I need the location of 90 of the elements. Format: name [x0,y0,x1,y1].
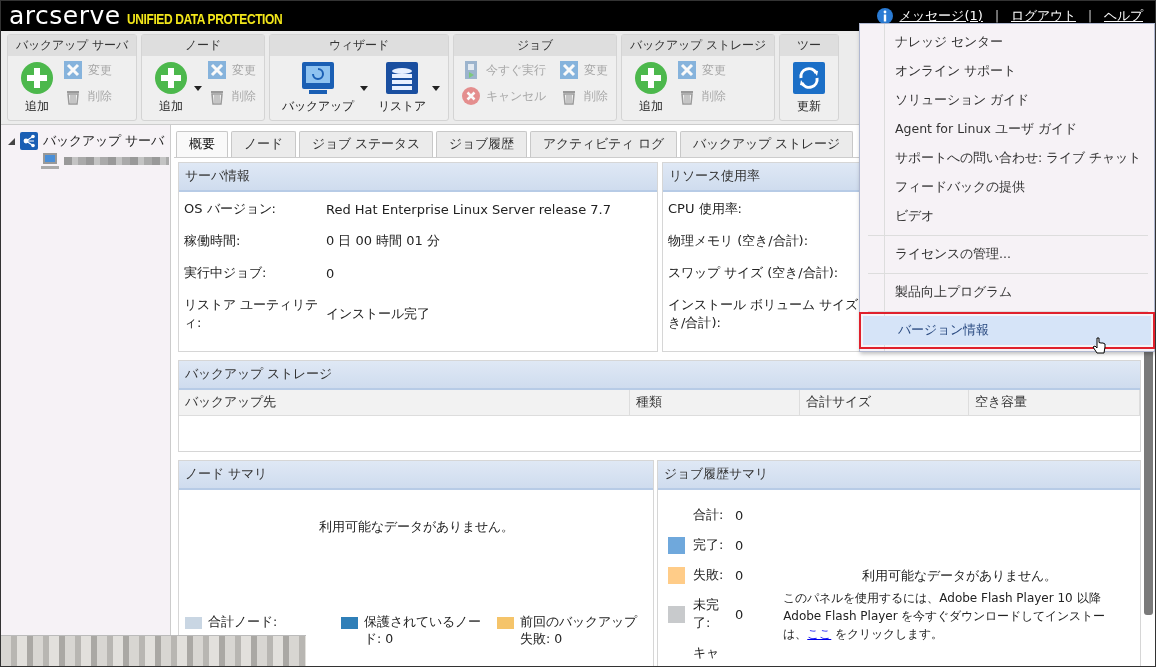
toolbar-button[interactable]: 追加 [629,61,672,115]
monitor-icon [300,61,335,95]
tab[interactable]: ノード [231,131,296,157]
menu-item[interactable]: Agent for Linux ユーザ ガイド [860,115,1154,144]
plus-icon [20,61,54,95]
legend-label: 前回のバックアップ失敗: 0 [520,614,637,648]
tools-icon [559,61,578,79]
network-icon [20,132,38,150]
tab[interactable]: 概要 [176,131,228,157]
field-label: OS バージョン: [184,200,277,218]
field-label: スワップ サイズ (空き/合計): [668,264,839,282]
column-header[interactable]: 合計サイズ [800,390,969,415]
legend-label: 完了: [693,536,725,554]
flash-notice-text: このパネルを使用するには、Adobe Flash Player 10 以降 [783,590,1102,607]
product-name: UNIFIED DATA PROTECTION [126,10,282,27]
tab[interactable]: ジョブ ステータス [299,131,433,157]
menu-item[interactable]: ナレッジ センター [860,28,1154,57]
field-label: インストール ボリューム サイズ き/合計): [668,296,859,332]
legend-label: 合計ノード: [208,614,278,631]
empty-message: 利用可能なデータがありません。 [860,568,1058,585]
group-title: ウィザード [269,35,448,56]
group-title: バックアップ ストレージ [621,35,774,56]
empty-message: 利用可能なデータがありません。 [317,518,515,536]
caret-icon[interactable] [193,85,202,91]
plus-icon [633,61,668,95]
tab[interactable]: アクティビティ ログ [530,131,677,157]
refresh-icon [791,61,826,95]
flash-notice-text: は、ここ をクリックします。 [783,626,945,643]
field-label: リストア ユーティリティ: [184,296,320,332]
field-label: 物理メモリ (空き/合計): [668,232,809,250]
toolbar-button[interactable]: バックアップ [277,61,358,115]
menu-item[interactable]: ビデオ [860,202,1154,231]
caret-icon[interactable] [431,85,440,91]
menu-item[interactable]: ライセンスの管理... [860,240,1154,269]
panel-title: ノード サマリ [179,461,653,490]
separator-text: | [1087,9,1092,23]
tools-icon [64,61,82,79]
panel-title: ジョブ履歴サマリ [658,461,1140,490]
hand-cursor-icon [1092,337,1106,357]
legend-value: 0 [735,606,744,622]
panel-title: バックアップ ストレージ [179,361,1140,390]
header-link[interactable]: ヘルプ [1104,7,1143,25]
info-icon[interactable] [877,8,894,24]
caret-icon[interactable] [359,85,368,91]
legend-label: キャ [693,644,720,662]
column-header[interactable]: バックアップ先 [179,390,630,415]
group-title: ノード [141,35,264,56]
database-icon [384,61,419,95]
tools-icon [677,61,696,79]
legend-value: 0 [735,567,744,583]
field-value: インストール完了 [326,305,430,323]
separator-text: | [994,9,999,23]
tab[interactable]: バックアップ ストレージ [679,131,853,157]
menu-item[interactable]: オンライン サポート [860,57,1154,86]
plus-icon [153,61,188,95]
toolbar-button[interactable]: 更新 [787,61,830,115]
legend-label: 失敗: [693,566,725,584]
group-title: ツー [779,35,838,56]
menu-item[interactable]: 製品向上プログラム [860,278,1154,307]
toolbar-button[interactable]: 追加 [16,61,58,115]
column-header[interactable]: 空き容量 [969,390,1140,415]
download-link[interactable]: ここ [807,627,832,641]
header-link[interactable]: ログアウト [1010,7,1076,25]
tab[interactable]: ジョブ履歴 [436,131,527,157]
field-label: 稼働時間: [184,232,242,250]
computer-icon [41,152,59,170]
header-link[interactable]: メッセージ(1) [899,7,983,25]
field-label: 実行中ジョブ: [184,264,268,282]
legend-value: 0 [735,537,744,553]
expander-icon[interactable] [7,137,15,145]
legend-label: 未完了: [693,596,720,632]
flash-notice-text: Adobe Flash Player を今すぐダウンロードしてインストー [783,608,1106,625]
group-title: ジョブ [453,35,616,56]
field-value: Red Hat Enterprise Linux Server release 7.7 [326,201,611,217]
column-header[interactable]: 種類 [630,390,800,415]
panel-title: サーバ情報 [179,163,657,192]
logo-text: arcserve [9,2,121,30]
field-label: CPU 使用率: [668,200,742,218]
legend-label: 保護されているノード: 0 [364,614,481,648]
cancel-icon [461,87,480,105]
tools-icon [207,61,226,79]
field-value: 0 日 00 時間 01 分 [326,232,441,250]
field-value: 0 [326,265,335,281]
group-title: バックアップ サーバ [8,35,136,56]
toolbar-button[interactable]: リストア [373,61,430,115]
legend-label: 合計: [693,506,725,524]
menu-item[interactable]: ソリューション ガイド [860,86,1154,115]
toolbar-button[interactable]: 追加 [149,61,192,115]
legend-value: 0 [735,507,744,523]
tree-item[interactable]: バックアップ サーバ [43,132,165,150]
